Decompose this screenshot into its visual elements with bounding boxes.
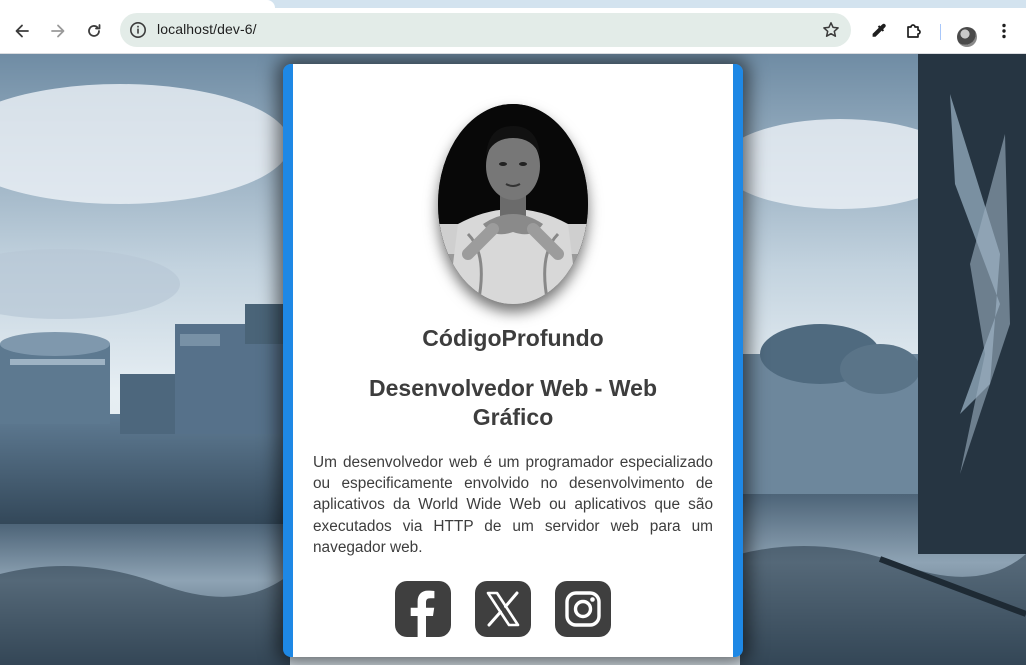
forward-button[interactable] (42, 15, 74, 47)
toolbar-separator (940, 24, 941, 40)
instagram-icon (565, 591, 601, 627)
kebab-menu-icon (1002, 23, 1006, 39)
page-viewport: CódigoProfundo Desenvolvedor Web - Web G… (0, 54, 1026, 665)
site-info-icon[interactable] (128, 20, 148, 40)
reload-icon (88, 24, 101, 37)
address-bar[interactable]: localhost/dev-6/ (120, 13, 851, 47)
profile-description: Um desenvolvedor web é um programador es… (313, 454, 713, 556)
eyedropper-extension-button[interactable] (862, 15, 894, 47)
url-text[interactable]: localhost/dev-6/ (157, 21, 257, 37)
profile-photo (438, 104, 588, 304)
profile-card: CódigoProfundo Desenvolvedor Web - Web G… (283, 64, 743, 657)
browser-menu-button[interactable] (988, 15, 1020, 47)
facebook-link[interactable] (395, 581, 451, 637)
eyedropper-icon (872, 23, 886, 37)
arrow-right-icon (51, 24, 65, 38)
bookmark-star-icon[interactable] (821, 20, 841, 40)
profile-name: CódigoProfundo (422, 325, 604, 351)
profile-title: Desenvolvedor Web - Web Gráfico (369, 375, 657, 430)
reload-button[interactable] (78, 15, 110, 47)
extensions-button[interactable] (898, 15, 930, 47)
profile-avatar-button[interactable] (957, 27, 977, 47)
social-links (293, 581, 733, 637)
facebook-icon (410, 590, 435, 637)
x-twitter-link[interactable] (475, 581, 531, 637)
x-twitter-icon (486, 591, 520, 627)
back-button[interactable] (6, 15, 38, 47)
instagram-link[interactable] (555, 581, 611, 637)
puzzle-icon (907, 24, 921, 38)
browser-toolbar: localhost/dev-6/ (0, 8, 1026, 54)
arrow-left-icon (15, 24, 29, 38)
active-tab[interactable] (0, 0, 275, 8)
tab-strip (0, 0, 1026, 8)
profile-photo-image (438, 104, 588, 304)
